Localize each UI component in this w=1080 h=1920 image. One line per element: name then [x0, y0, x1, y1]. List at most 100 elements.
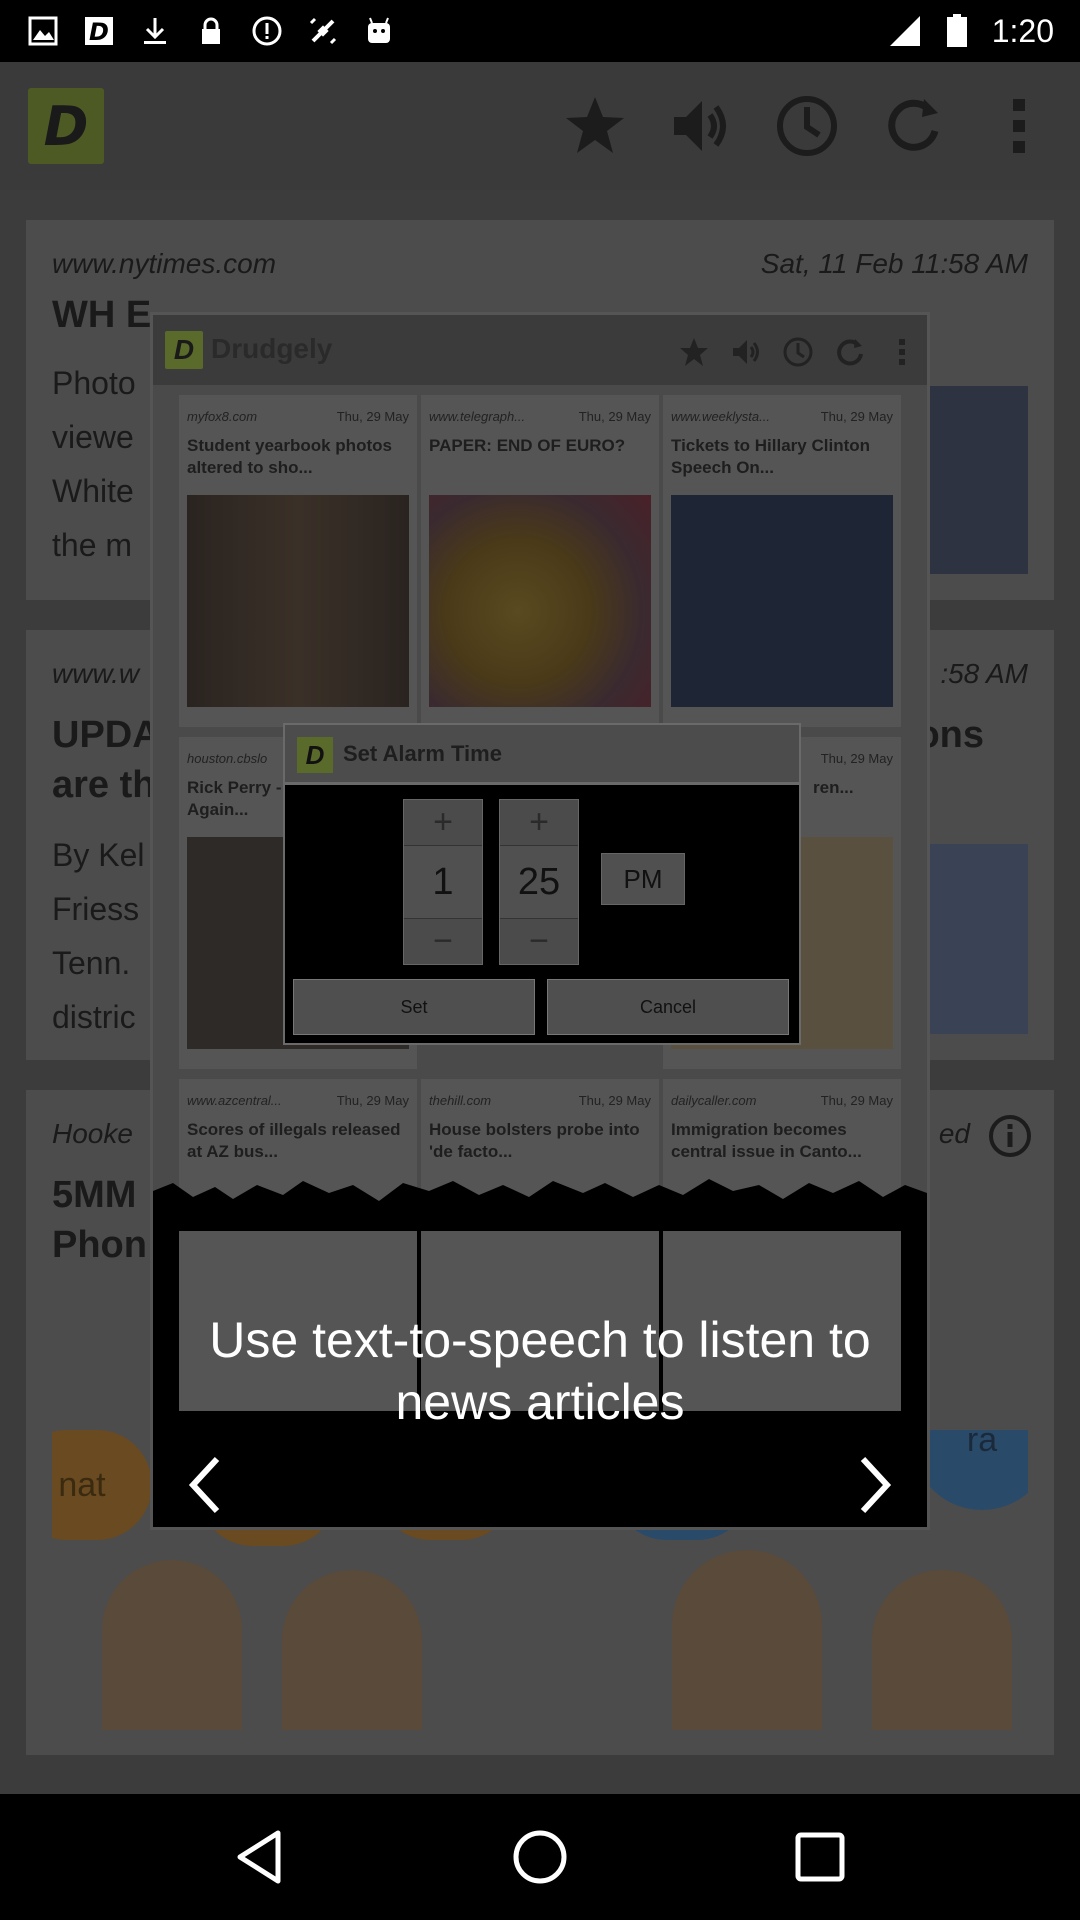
speaker-icon[interactable]: [650, 84, 752, 168]
hour-value: 1: [404, 846, 482, 918]
download-icon: [138, 14, 172, 48]
card-body-line: White: [52, 473, 134, 509]
cartoon-child: [102, 1560, 242, 1730]
card-title-line: 5MM: [52, 1174, 137, 1216]
card-body-line: Tenn.: [52, 945, 131, 981]
tile-source: www.azcentral...: [187, 1093, 282, 1108]
tile-image: [187, 495, 409, 707]
card-body-line: Friess: [52, 891, 140, 927]
tile-date: Thu, 29 May: [578, 409, 651, 424]
tile-title: ren...: [813, 778, 854, 797]
tile-date: Thu, 29 May: [820, 751, 893, 766]
info-icon[interactable]: [988, 1114, 1032, 1158]
tile-title: Tickets to Hillary Clinton Speech On...: [671, 436, 871, 477]
tile-source: www.telegraph...: [429, 409, 526, 424]
hour-spinner: + 1 −: [403, 799, 483, 965]
tutorial-screenshot: D Drudgely myfox8.com Thu, 29 May Studen…: [153, 315, 927, 1411]
tutorial-message: Use text-to-speech to listen to news art…: [209, 1312, 871, 1430]
news-tile: www.telegraph... Thu, 29 May PAPER: END …: [421, 395, 659, 727]
clock-icon: [779, 333, 817, 371]
mini-app-logo: D: [165, 331, 203, 369]
tile-title: Scores of illegals released at AZ bus...: [187, 1120, 401, 1161]
tile-date: Thu, 29 May: [820, 409, 893, 424]
tile-date: Thu, 29 May: [336, 1093, 409, 1108]
gallery-notification-icon: [26, 14, 60, 48]
status-time: 1:20: [991, 12, 1054, 49]
tile-source: myfox8.com: [187, 409, 258, 424]
torn-edge-decoration: [153, 1179, 927, 1231]
status-bar: D 1:20: [0, 0, 1080, 62]
tile-title: PAPER: END OF EURO?: [429, 436, 626, 455]
mini-logo-letter: D: [173, 334, 195, 365]
overflow-menu-icon[interactable]: [968, 84, 1070, 168]
cartoon-child: [872, 1570, 1012, 1730]
overflow-menu-icon: [883, 333, 921, 371]
app-logo[interactable]: D: [28, 88, 104, 164]
bubble-text: ra: [966, 1430, 998, 1459]
back-icon[interactable]: [210, 1807, 310, 1907]
card-title-line: are th: [52, 764, 156, 806]
alarm-logo: D: [297, 737, 333, 773]
android-icon: [362, 14, 396, 48]
system-nav-bar: [0, 1794, 1080, 1920]
card-title-line: UPDA: [52, 714, 160, 756]
card-body-line: the m: [52, 527, 133, 563]
card-thumbnail: [928, 844, 1028, 1034]
ampm-toggle: PM: [601, 853, 685, 905]
tile-date: Thu, 29 May: [820, 1093, 893, 1108]
signal-icon: [888, 14, 922, 48]
card-title: WH E: [52, 294, 152, 336]
tile-image: [429, 495, 651, 707]
news-tile: myfox8.com Thu, 29 May Student yearbook …: [179, 395, 417, 727]
lock-icon: [194, 14, 228, 48]
card-title-line: Phon: [52, 1224, 147, 1266]
tile-date: Thu, 29 May: [336, 409, 409, 424]
speech-bubble: nat: [52, 1430, 152, 1540]
card-source: www.nytimes.com: [52, 248, 277, 279]
card-source-tail: ed: [938, 1118, 970, 1149]
minute-decrement-icon: −: [500, 918, 578, 964]
cartoon-child: [282, 1570, 422, 1730]
card-date: Sat, 11 Feb 11:58 AM: [760, 248, 1028, 279]
favorite-star-icon[interactable]: [544, 84, 646, 168]
app-logo-letter: D: [43, 94, 89, 158]
mini-app-name: Drudgely: [211, 333, 333, 364]
alarm-set-button: Set: [293, 979, 535, 1035]
tile-title: Immigration becomes central issue in Can…: [671, 1120, 862, 1161]
refresh-icon: [831, 333, 869, 371]
alarm-title: Set Alarm Time: [343, 741, 502, 766]
refresh-icon[interactable]: [862, 84, 964, 168]
alarm-logo-letter: D: [305, 739, 325, 770]
speaker-icon: [727, 333, 765, 371]
cartoon-child: [672, 1550, 822, 1730]
card-source: Hooke: [52, 1118, 133, 1149]
alarm-header: D Set Alarm Time: [285, 725, 799, 785]
clock-icon[interactable]: [756, 84, 858, 168]
mini-actions: [675, 333, 921, 371]
svg-text:D: D: [89, 18, 109, 46]
mini-app-bar: D Drudgely: [153, 315, 927, 385]
bubble-text: nat: [58, 1465, 106, 1504]
tutorial-dialog: D Drudgely myfox8.com Thu, 29 May Studen…: [150, 312, 930, 1530]
gps-icon: [306, 14, 340, 48]
drudgely-notification-icon: D: [82, 14, 116, 48]
set-alarm-dialog: D Set Alarm Time + 1 − + 25 − PM Set Can…: [283, 723, 801, 1045]
card-body-line: Photo: [52, 365, 136, 401]
card-body-line: By Kel: [52, 837, 145, 873]
card-body-line: viewe: [52, 419, 134, 455]
alarm-cancel-button: Cancel: [547, 979, 789, 1035]
recents-icon[interactable]: [770, 1807, 870, 1907]
tile-source: thehill.com: [429, 1093, 492, 1108]
tile-title: Student yearbook photos altered to sho..…: [187, 436, 392, 477]
previous-page-chevron-icon[interactable]: [175, 1445, 235, 1525]
home-icon[interactable]: [490, 1807, 590, 1907]
card-date: :58 AM: [940, 658, 1028, 689]
tile-source: dailycaller.com: [671, 1093, 757, 1108]
card-source: www.w: [52, 658, 140, 689]
minute-increment-icon: +: [500, 800, 578, 846]
minute-spinner: + 25 −: [499, 799, 579, 965]
app-actions: [544, 84, 1070, 168]
next-page-chevron-icon[interactable]: [845, 1445, 905, 1525]
tile-title: Rick Perry - Again...: [187, 778, 282, 819]
battery-icon: [940, 14, 974, 48]
